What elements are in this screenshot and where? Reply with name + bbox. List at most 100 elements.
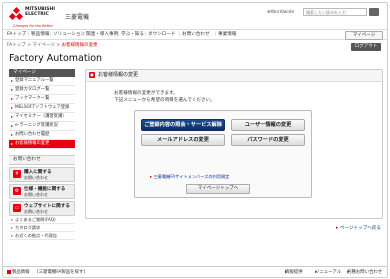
contact-heading: お問い合わせ <box>9 155 75 165</box>
sidebar-item-label: マイセミナー（講習受講） <box>15 114 67 119</box>
three-diamonds-icon <box>8 6 24 21</box>
arrow-icon: ▸ <box>11 96 14 101</box>
terms-link-label: 三菱電機FAサイトメンバーズの利用規定 <box>153 174 230 179</box>
nav-divider: | <box>215 32 217 37</box>
website-inquiry-button[interactable]: ▭ ウェブサイトに関する お問い合わせ <box>9 201 75 216</box>
description-line1: お客様情報の変更ができます。 <box>114 91 178 96</box>
breadcrumb-mypage[interactable]: マイページ <box>32 43 54 48</box>
sidebar-item-label: お客様情報の変更 <box>15 141 50 146</box>
arrow-icon: ▸ <box>11 78 14 83</box>
arrow-icon: ▸ <box>11 123 14 128</box>
arrow-icon: ▸ <box>11 105 14 110</box>
nav-item-learn[interactable]: 学ぶ・知る <box>121 30 144 39</box>
nav-divider: | <box>118 32 120 37</box>
button-line2: お問い合わせ <box>24 175 48 180</box>
footer-link-label: 情報提供 <box>285 270 303 275</box>
sidebar-item-label: 登録カタログ一覧 <box>15 87 50 92</box>
nav-item-products[interactable]: 製品情報 <box>31 30 49 39</box>
nav-item-download[interactable]: ダウンロード <box>148 30 176 39</box>
sidebar-item-label: お問い合わせ履歴 <box>15 132 50 137</box>
logout-button[interactable]: ログアウト <box>351 43 381 51</box>
mypage-button[interactable]: マイページ <box>345 31 383 40</box>
gear-icon: ⚙ <box>13 187 21 195</box>
site-title: Factory Automation <box>9 53 103 64</box>
search-input[interactable]: 検索したい語句を入力 <box>303 8 367 16</box>
email-change-button[interactable]: メールアドレスの変更 <box>141 134 225 146</box>
button-line2: お問い合わせ <box>24 192 48 197</box>
link-label: よくあるご質問(FAQ) <box>15 217 56 222</box>
sidebar-item-label: e-ラーニング受講状況 <box>15 123 58 128</box>
worldwide-link[interactable]: ⊕Worldwide <box>267 10 294 15</box>
registration-service-button[interactable]: ご登録内容の照会・サービス解除 <box>141 119 225 131</box>
footer-link-label: 各種お問い合わせ <box>347 270 383 275</box>
footer: 製品情報 [三菱電機FA製品を探す] ▸ 情報提供 ▸ リニューアル ▸ 各種お問い合… <box>3 266 387 277</box>
footer-site-info-label: 製品情報 <box>12 270 30 275</box>
mypage-top-button[interactable]: マイページトップへ <box>186 184 250 194</box>
nav-divider: | <box>179 32 181 37</box>
sidebar-item-label: 登録マニュアル一覧 <box>15 78 54 83</box>
breadcrumb-current: お客様情報の変更 <box>61 43 98 48</box>
breadcrumb: FAトップ > マイページ > お客様情報の変更 <box>7 43 98 48</box>
nav-item-case-studies[interactable]: 関連・導入事例 <box>86 30 118 39</box>
breadcrumb-fa-top[interactable]: FAトップ <box>7 43 26 48</box>
faq-link[interactable]: ▸ よくあるご質問(FAQ) <box>9 216 75 224</box>
sidebar-heading: マイページ <box>9 69 75 77</box>
purchase-inquiry-button[interactable]: ¥ 購入に関する お問い合わせ <box>9 167 75 182</box>
user-icon: ● <box>89 72 95 78</box>
sidebar-item-manuals[interactable]: ▸ 登録マニュアル一覧 <box>9 77 75 86</box>
button-line2: お問い合わせ <box>24 209 48 214</box>
monitor-icon: ▭ <box>13 204 21 212</box>
worldwide-label: Worldwide <box>270 10 295 15</box>
page-title: お客様情報の変更 <box>98 72 139 78</box>
sidebar-item-elearning[interactable]: ▸ e-ラーニング受講状況 <box>9 122 75 131</box>
page-top-label: ページトップへ戻る <box>339 226 381 231</box>
nav-item-business[interactable]: 事業情報 <box>218 30 236 39</box>
global-nav: FAトップ | 製品情報 | ソリューション | 関連・導入事例 | 学ぶ・知る… <box>3 29 387 40</box>
link-label: お近くの拠点・代理店 <box>15 233 57 238</box>
sidebar: マイページ ▸ 登録マニュアル一覧 ▸ 登録カタログ一覧 ▸ ブックマーク一覧 ▸ ME… <box>9 69 75 240</box>
arrow-icon: ▸ <box>11 217 14 222</box>
nearby-office-link[interactable]: ▸ お近くの拠点・代理店 <box>9 232 75 240</box>
main-panel: ● お客様情報の変更 お客様情報の変更ができます。 下記メニューから希望の項目を… <box>85 69 383 219</box>
arrow-icon: ▸ <box>11 132 14 137</box>
nav-item-solutions[interactable]: ソリューション <box>53 30 85 39</box>
logo-tagline: Changes for the Better <box>13 24 54 28</box>
cart-icon: ¥ <box>13 170 21 178</box>
sidebar-item-inquiry-history[interactable]: ▸ お問い合わせ履歴 <box>9 131 75 140</box>
nav-divider: | <box>145 32 147 37</box>
search-button[interactable] <box>369 8 379 16</box>
link-label: カタログ請求 <box>15 225 41 230</box>
arrow-icon: ▸ <box>11 233 14 238</box>
square-icon <box>7 269 11 274</box>
footer-notice[interactable]: [三菱電機FA製品を探す] <box>37 267 85 277</box>
sidebar-item-catalogs[interactable]: ▸ 登録カタログ一覧 <box>9 86 75 95</box>
main-heading: ● お客様情報の変更 <box>86 70 382 82</box>
sidebar-item-label: ブックマーク一覧 <box>15 96 50 101</box>
footer-link-label: リニューアル <box>315 270 342 275</box>
sidebar-item-label: MELSOFTソフトウェア登録 <box>15 105 70 110</box>
catalog-request-link[interactable]: ▸ カタログ請求 <box>9 224 75 232</box>
nav-item-fa-top[interactable]: FAトップ <box>7 30 26 39</box>
sidebar-item-seminar[interactable]: ▸ マイセミナー（講習受講） <box>9 113 75 122</box>
sidebar-item-bookmarks[interactable]: ▸ ブックマーク一覧 <box>9 95 75 104</box>
nav-item-contact[interactable]: お問い合わせ <box>182 30 210 39</box>
logo-line2: ELECTRIC <box>25 12 49 17</box>
arrow-icon: ▸ <box>11 87 14 92</box>
footer-site-info[interactable]: 製品情報 <box>7 267 30 277</box>
user-info-change-button[interactable]: ユーザー情報の変更 <box>231 119 305 131</box>
header: MITSUBISHI ELECTRIC Changes for the Bett… <box>3 3 387 29</box>
sidebar-item-profile-change[interactable]: ▸ お客様情報の変更 <box>9 140 75 149</box>
terms-link[interactable]: ▸ 三菱電機FAサイトメンバーズの利用規定 <box>150 174 229 180</box>
nav-divider: | <box>28 32 30 37</box>
page-top-link[interactable]: ▸ ページトップへ戻る <box>336 225 381 231</box>
nav-divider: | <box>50 32 52 37</box>
spec-inquiry-button[interactable]: ⚙ 仕様・機能に関する お問い合わせ <box>9 184 75 199</box>
description-line2: 下記メニューから希望の項目を選んでください。 <box>114 98 215 103</box>
brand-name: 三菱電機 <box>65 14 90 21</box>
arrow-icon: ▸ <box>11 114 14 119</box>
description: お客様情報の変更ができます。 下記メニューから希望の項目を選んでください。 <box>114 90 215 104</box>
password-change-button[interactable]: パスワードの変更 <box>231 134 305 146</box>
sidebar-item-melsoft[interactable]: ▸ MELSOFTソフトウェア登録 <box>9 104 75 113</box>
arrow-icon: ▸ <box>11 141 14 146</box>
nav-divider: | <box>83 32 85 37</box>
